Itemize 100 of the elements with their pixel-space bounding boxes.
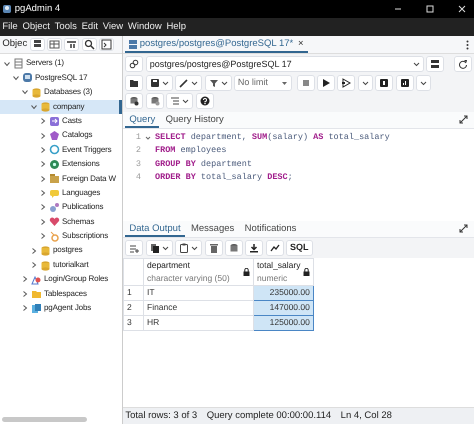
tab[interactable]: Query — [125, 112, 160, 128]
tab[interactable]: Messages — [186, 220, 238, 236]
tree-item[interactable]: Extensions — [0, 157, 122, 172]
delete-button[interactable] — [204, 240, 222, 256]
maximize-icon[interactable] — [426, 5, 434, 13]
graph-button[interactable] — [266, 240, 284, 256]
lock-icon — [302, 268, 310, 276]
tab[interactable]: Notifications — [240, 220, 300, 236]
explain-analyze-button[interactable] — [396, 74, 414, 91]
status-text: Ln 4, Col 28 — [340, 408, 392, 423]
catalog-icon — [49, 130, 60, 142]
connection-status-button[interactable] — [125, 56, 144, 72]
more-execute-button[interactable] — [358, 74, 373, 91]
database-server-icon — [129, 40, 138, 48]
folder-icon — [31, 288, 42, 300]
tree-item[interactable]: Subscriptions — [0, 229, 122, 244]
menu-item[interactable]: Object — [22, 20, 50, 34]
table-cell[interactable]: Finance — [144, 300, 254, 316]
extension-icon — [49, 158, 60, 170]
menu-item[interactable]: Edit — [82, 20, 98, 34]
limit-dropdown[interactable]: No limit — [234, 74, 292, 91]
download-icon — [249, 242, 260, 253]
menu-item[interactable]: Help — [166, 20, 186, 34]
explain-options-button[interactable] — [416, 74, 431, 91]
fold-caret-icon[interactable] — [145, 134, 151, 141]
menu-item[interactable]: Window — [128, 20, 162, 34]
publication-icon — [49, 202, 60, 213]
tree-item[interactable]: Databases (3) — [0, 85, 122, 100]
tree-item[interactable]: Languages — [0, 186, 122, 200]
menu-item[interactable]: Tools — [54, 20, 77, 34]
server-button[interactable] — [30, 38, 45, 51]
expand-icon[interactable] — [458, 224, 468, 232]
copy-button[interactable] — [146, 240, 173, 256]
close-tab-button[interactable]: × — [298, 36, 304, 52]
connection-dropdown[interactable]: postgres/postgres@PostgreSQL 17 — [146, 56, 424, 72]
line-number: 1 — [134, 130, 142, 144]
tree-item[interactable]: Tablespaces — [0, 286, 122, 302]
menu-item[interactable]: View — [102, 20, 124, 34]
more-options-icon[interactable] — [466, 40, 470, 50]
menu-item[interactable]: File — [2, 20, 18, 34]
rollback-button[interactable] — [146, 93, 164, 110]
row-number: 3 — [124, 315, 144, 330]
download-button[interactable] — [245, 240, 264, 256]
tree-item[interactable]: Foreign Data W — [0, 172, 122, 186]
terminal-button[interactable] — [99, 38, 114, 51]
open-file-button[interactable] — [125, 74, 144, 91]
save-data-button[interactable] — [224, 240, 243, 256]
add-row-button[interactable] — [125, 240, 144, 256]
line-number: 3 — [134, 158, 142, 171]
tree-item[interactable]: pgAgent Jobs — [0, 301, 122, 316]
edit-button[interactable] — [175, 74, 202, 91]
tree-item[interactable]: Servers (1) — [0, 56, 122, 71]
tree-item[interactable]: Casts — [0, 114, 122, 128]
tree-item[interactable]: tutorialkart — [0, 258, 122, 272]
column-type: character varying (50) — [147, 272, 230, 285]
refresh-button[interactable] — [454, 56, 472, 72]
expand-icon[interactable] — [458, 114, 468, 124]
tree-item[interactable]: Catalogs — [0, 128, 122, 143]
macros-button[interactable] — [166, 93, 194, 110]
open-file-icon — [129, 78, 140, 88]
tree-item[interactable]: Schemas — [0, 214, 122, 230]
tab[interactable]: Query History — [162, 112, 228, 128]
table-cell[interactable]: 235000.00 — [254, 285, 314, 300]
tree-item[interactable]: company — [0, 100, 122, 114]
tree-item[interactable]: Publications — [0, 200, 122, 215]
save-button[interactable] — [146, 74, 173, 91]
filter-button[interactable] — [204, 74, 232, 91]
tree-item[interactable]: Login/Group Roles — [0, 272, 122, 287]
database-icon — [40, 245, 51, 256]
code-line: SELECT department, SUM(salary) AS total_salary — [155, 130, 390, 144]
help-button[interactable] — [196, 93, 214, 110]
execute-script-button[interactable] — [337, 74, 356, 91]
table-cell[interactable]: HR — [144, 315, 254, 330]
commit-button[interactable] — [125, 93, 144, 110]
scrollbar[interactable] — [2, 416, 88, 422]
close-icon[interactable] — [458, 5, 466, 13]
schema-icon — [49, 216, 60, 228]
column-name: department — [147, 259, 191, 272]
paste-button[interactable] — [175, 240, 202, 256]
database-server-button[interactable] — [426, 56, 444, 72]
commit-icon — [129, 96, 140, 106]
trigger-icon — [49, 144, 60, 156]
jobs-icon — [31, 302, 42, 314]
database-icon — [40, 260, 51, 271]
tree-item[interactable]: PostgreSQL 17 — [0, 70, 122, 86]
tree-item[interactable]: postgres — [0, 243, 122, 258]
delete-icon — [208, 242, 218, 253]
table-button[interactable] — [46, 38, 62, 51]
macros-icon — [170, 96, 180, 106]
execute-button[interactable] — [317, 74, 335, 91]
columns-button[interactable] — [64, 38, 80, 51]
table-cell[interactable]: 125000.00 — [254, 315, 314, 330]
line-number: 2 — [134, 144, 142, 158]
tree-item[interactable]: Event Triggers — [0, 142, 122, 158]
table-cell[interactable]: IT — [144, 285, 254, 300]
explain-button[interactable] — [375, 74, 394, 91]
search-button[interactable] — [82, 38, 97, 51]
table-cell[interactable]: 147000.00 — [254, 300, 314, 316]
sql-button[interactable]: SQL — [286, 240, 313, 256]
database-icon — [31, 86, 42, 98]
